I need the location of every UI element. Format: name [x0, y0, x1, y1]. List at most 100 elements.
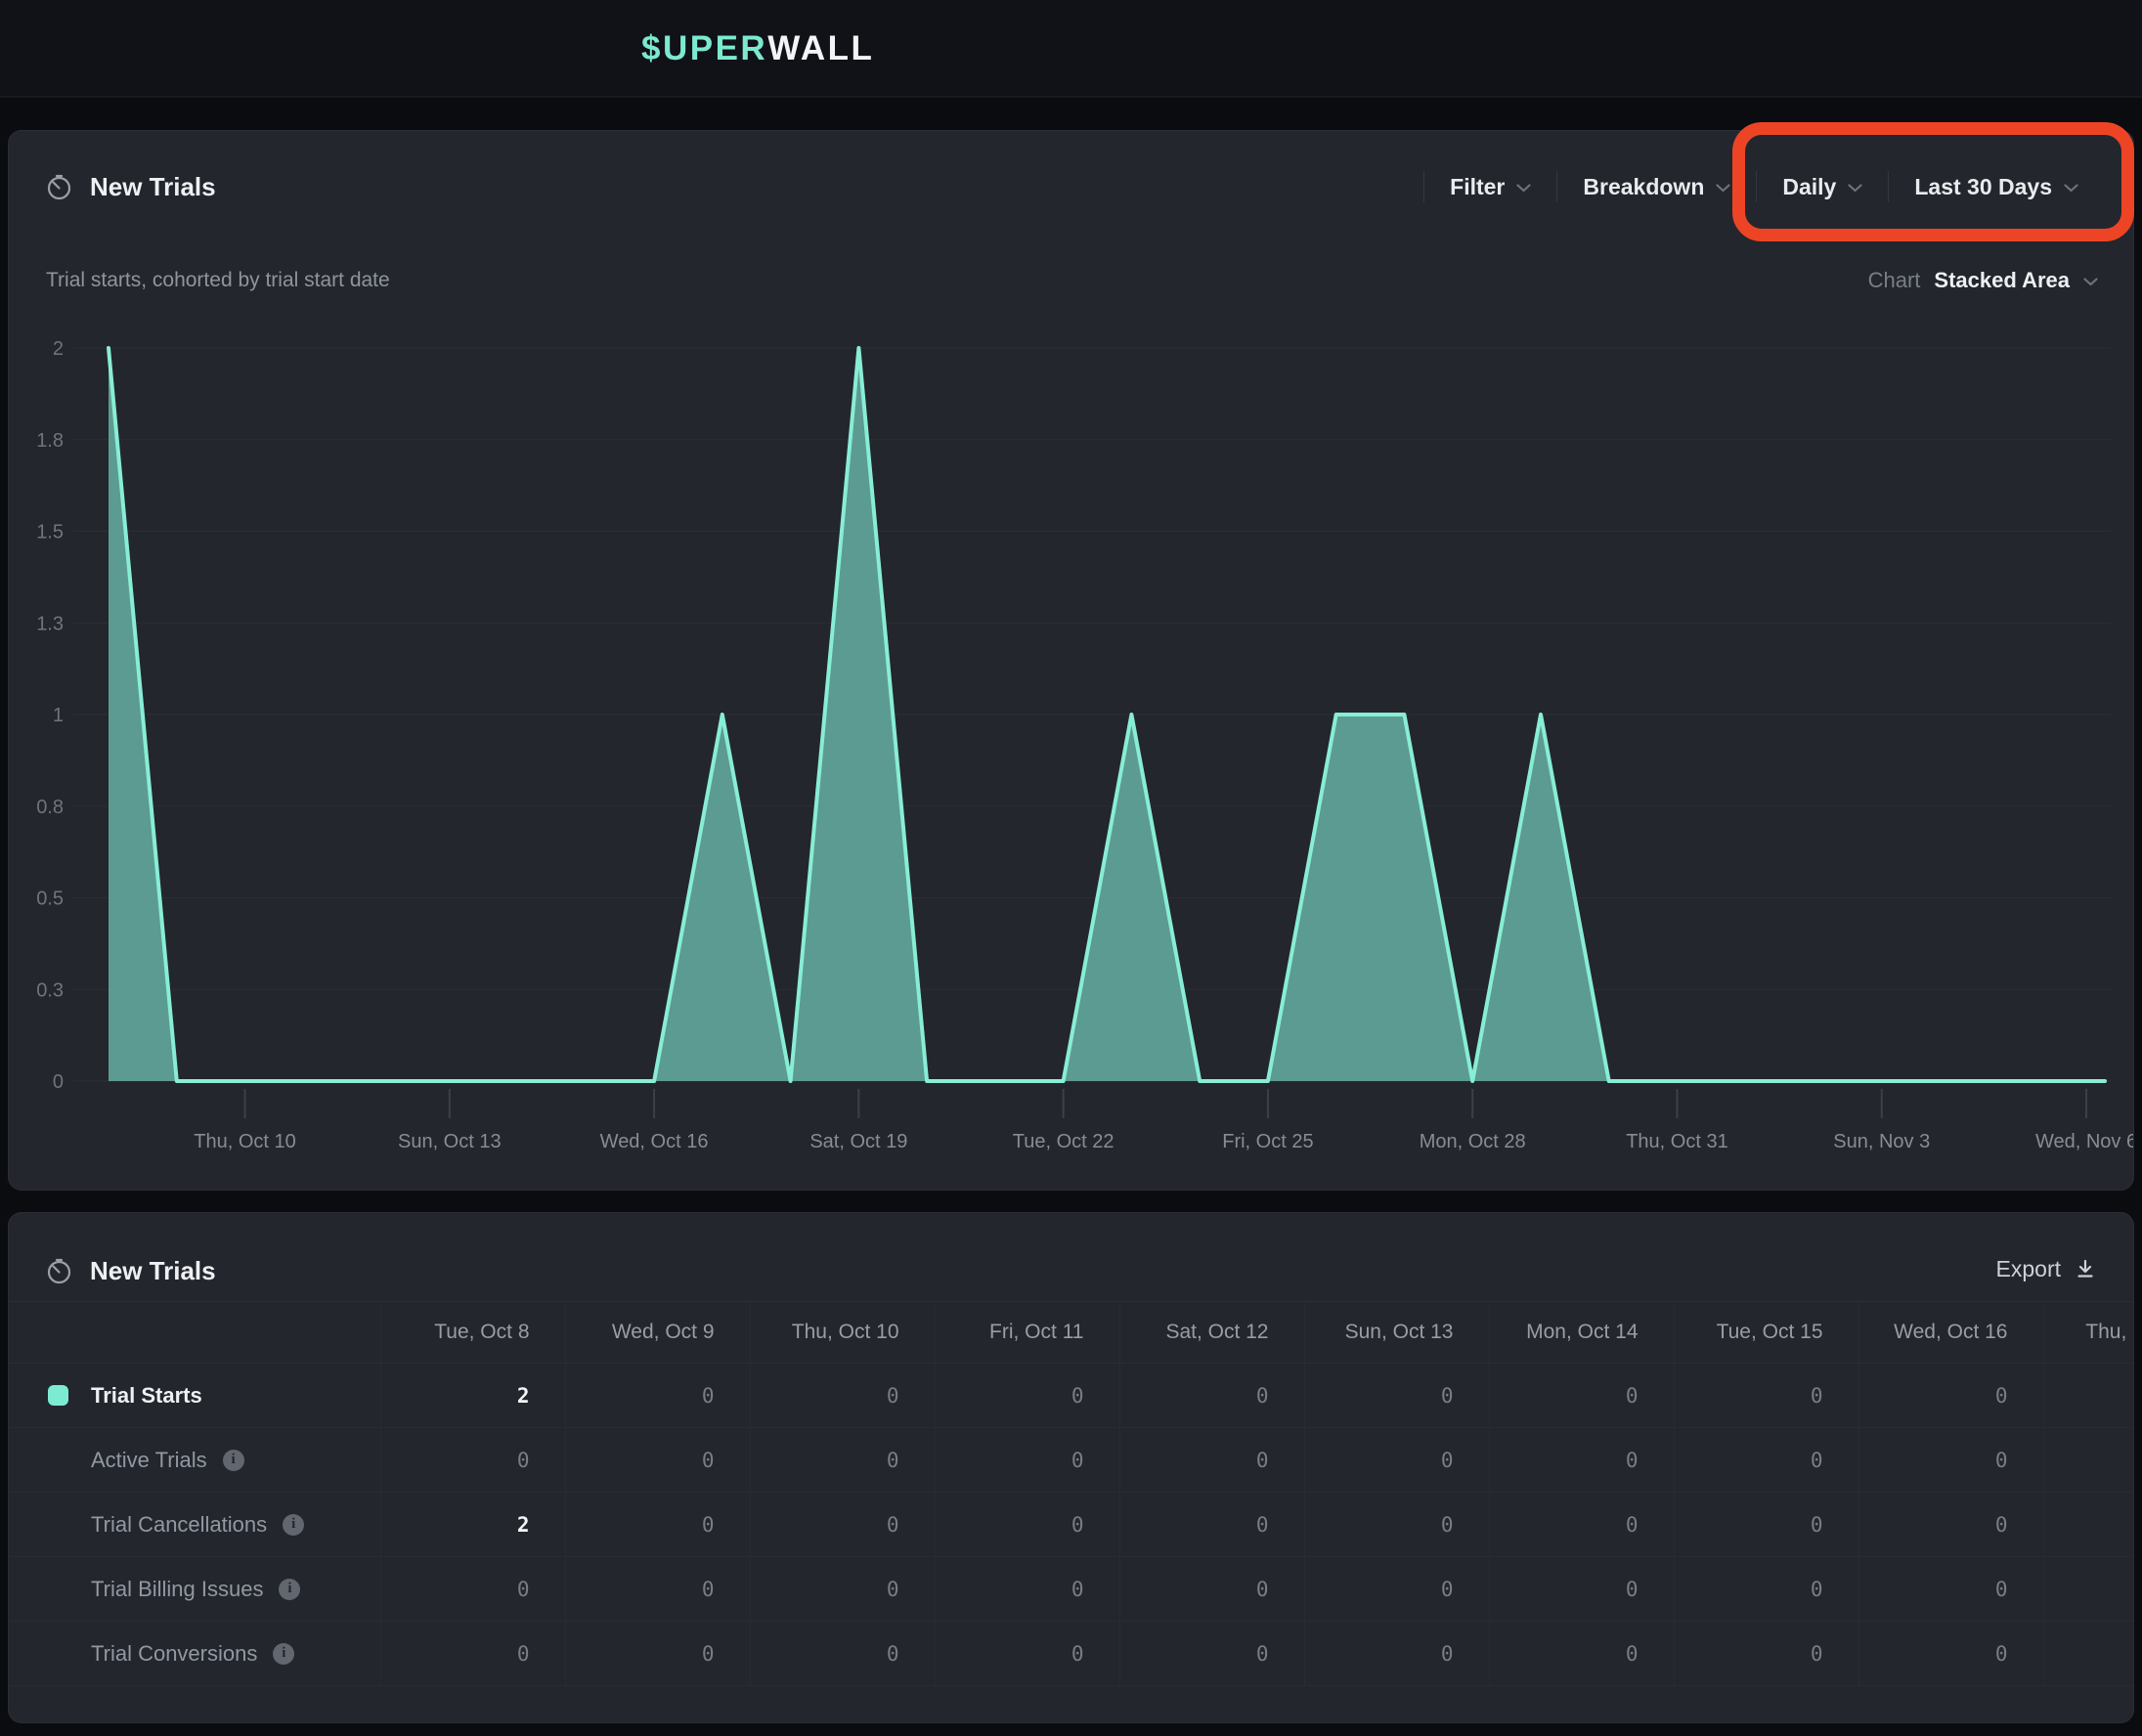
table-row: Trial Billing Issuesi0000000000 [9, 1557, 2133, 1622]
row-label: Active Trials [91, 1448, 207, 1473]
export-button[interactable]: Export [1996, 1244, 2096, 1293]
metric-value-cell: 0 [1119, 1493, 1304, 1557]
metric-value-cell: 0 [750, 1557, 935, 1622]
y-axis-label: 0.5 [36, 889, 64, 910]
metric-value-cell: 2 [380, 1493, 565, 1557]
metric-value-cell: 0 [750, 1428, 935, 1493]
table-header-date: Tue, Oct 8 [380, 1302, 565, 1364]
series-color-swatch [48, 1385, 68, 1406]
metric-value-cell: 0 [1119, 1622, 1304, 1686]
export-label: Export [1996, 1256, 2061, 1282]
x-axis-label: Wed, Oct 16 [600, 1131, 709, 1152]
metric-value-cell: 2 [380, 1364, 565, 1428]
metric-value-cell: 0 [380, 1428, 565, 1493]
table-row: Trial Starts2000000000 [9, 1364, 2133, 1428]
metric-value-cell: 0 [565, 1557, 750, 1622]
y-axis-label: 1.3 [36, 613, 64, 634]
table-header-date: Sat, Oct 12 [1119, 1302, 1304, 1364]
row-label: Trial Billing Issues [91, 1577, 263, 1602]
metric-value-cell: 0 [1858, 1364, 2043, 1428]
info-icon[interactable]: i [273, 1643, 294, 1665]
row-label: Trial Starts [91, 1383, 202, 1409]
y-axis-label: 1 [53, 705, 64, 726]
metric-value-cell: 0 [750, 1622, 935, 1686]
row-label-cell: Trial Conversionsi [9, 1622, 380, 1686]
x-axis-label: Tue, Oct 22 [1013, 1131, 1115, 1152]
metric-value-cell: 0 [1674, 1493, 1858, 1557]
metric-value-cell: 0 [1489, 1622, 1674, 1686]
table-header-date: Thu, Oct 10 [750, 1302, 935, 1364]
new-trials-table-panel: New Trials Export Tue, Oct 8Wed, Oct 9Th… [8, 1212, 2134, 1723]
metric-value-cell: 0 [1858, 1428, 2043, 1493]
x-axis-label: Thu, Oct 31 [1626, 1131, 1728, 1152]
metric-value-cell: 0 [1858, 1622, 2043, 1686]
metric-value-cell: 0 [2043, 1428, 2133, 1493]
table-panel-title: New Trials [90, 1256, 216, 1286]
table-header-date: Mon, Oct 14 [1489, 1302, 1674, 1364]
table-header-date: Wed, Oct 9 [565, 1302, 750, 1364]
table-row: Active Trialsi0000000000 [9, 1428, 2133, 1493]
y-axis-label: 2 [53, 338, 64, 360]
x-axis-label: Wed, Nov 6 [2035, 1131, 2133, 1152]
superwall-logo: $UPERWALL [641, 0, 874, 98]
metrics-table-container: Tue, Oct 8Wed, Oct 9Thu, Oct 10Fri, Oct … [9, 1301, 2133, 1724]
metric-value-cell: 0 [1304, 1493, 1489, 1557]
metric-value-cell: 0 [380, 1622, 565, 1686]
metric-value-cell: 0 [380, 1557, 565, 1622]
metric-value-cell: 0 [2043, 1493, 2133, 1557]
metric-value-cell: 0 [565, 1364, 750, 1428]
logo-prefix: $UPER [641, 29, 767, 68]
metric-value-cell: 0 [565, 1622, 750, 1686]
timer-gauge-icon [46, 1258, 72, 1284]
x-axis-label: Sun, Nov 3 [1833, 1131, 1930, 1152]
metric-value-cell: 0 [935, 1622, 1119, 1686]
info-icon[interactable]: i [279, 1579, 300, 1600]
metric-value-cell: 0 [565, 1428, 750, 1493]
row-label: Trial Cancellations [91, 1512, 267, 1538]
metric-value-cell: 0 [1674, 1557, 1858, 1622]
info-icon[interactable]: i [223, 1450, 244, 1471]
row-label-cell: Trial Billing Issues i [9, 1557, 380, 1622]
y-axis-label: 0.3 [36, 979, 64, 1001]
metric-value-cell: 0 [1119, 1557, 1304, 1622]
metric-value-cell: 0 [935, 1493, 1119, 1557]
metric-value-cell: 0 [1858, 1493, 2043, 1557]
x-axis-label: Fri, Oct 25 [1222, 1131, 1313, 1152]
download-icon [2075, 1258, 2096, 1280]
row-label-cell: Active Trials i [9, 1428, 380, 1493]
metric-value-cell: 0 [1489, 1364, 1674, 1428]
metric-value-cell: 0 [1674, 1622, 1858, 1686]
metric-value-cell: 0 [1119, 1428, 1304, 1493]
logo-suffix: WALL [767, 29, 874, 68]
row-label-cell: Trial Starts [9, 1364, 380, 1428]
metrics-table: Tue, Oct 8Wed, Oct 9Thu, Oct 10Fri, Oct … [9, 1301, 2133, 1686]
metric-value-cell: 0 [935, 1428, 1119, 1493]
metric-value-cell: 0 [1674, 1428, 1858, 1493]
metric-value-cell: 0 [2043, 1622, 2133, 1686]
x-axis-label: Sun, Oct 13 [398, 1131, 502, 1152]
y-axis-label: 0.8 [36, 797, 64, 818]
x-axis-label: Mon, Oct 28 [1420, 1131, 1526, 1152]
y-axis-label: 0 [53, 1071, 64, 1093]
top-app-bar: $UPERWALL [0, 0, 2142, 98]
metric-value-cell: 0 [1489, 1428, 1674, 1493]
x-axis-label: Thu, Oct 10 [194, 1131, 296, 1152]
y-axis-label: 1.8 [36, 430, 64, 452]
table-header-date: Tue, Oct 15 [1674, 1302, 1858, 1364]
row-label-cell: Trial Cancellations i [9, 1493, 380, 1557]
metric-value-cell: 0 [750, 1493, 935, 1557]
metric-value-cell: 0 [1304, 1428, 1489, 1493]
info-icon[interactable]: i [283, 1514, 304, 1536]
metric-value-cell: 0 [2043, 1364, 2133, 1428]
metric-value-cell: 0 [2043, 1557, 2133, 1622]
metric-value-cell: 0 [1489, 1557, 1674, 1622]
new-trials-chart-panel: New Trials Filter Breakdown Daily Last 3… [8, 130, 2134, 1191]
y-axis-label: 1.5 [36, 522, 64, 543]
metric-value-cell: 0 [1674, 1364, 1858, 1428]
metric-value-cell: 0 [750, 1364, 935, 1428]
metric-value-cell: 0 [1858, 1557, 2043, 1622]
table-header-date: Thu, Oct 17 [2043, 1302, 2133, 1364]
table-panel-header: New Trials [46, 1244, 216, 1297]
metric-value-cell: 0 [1489, 1493, 1674, 1557]
table-header-date: Fri, Oct 11 [935, 1302, 1119, 1364]
